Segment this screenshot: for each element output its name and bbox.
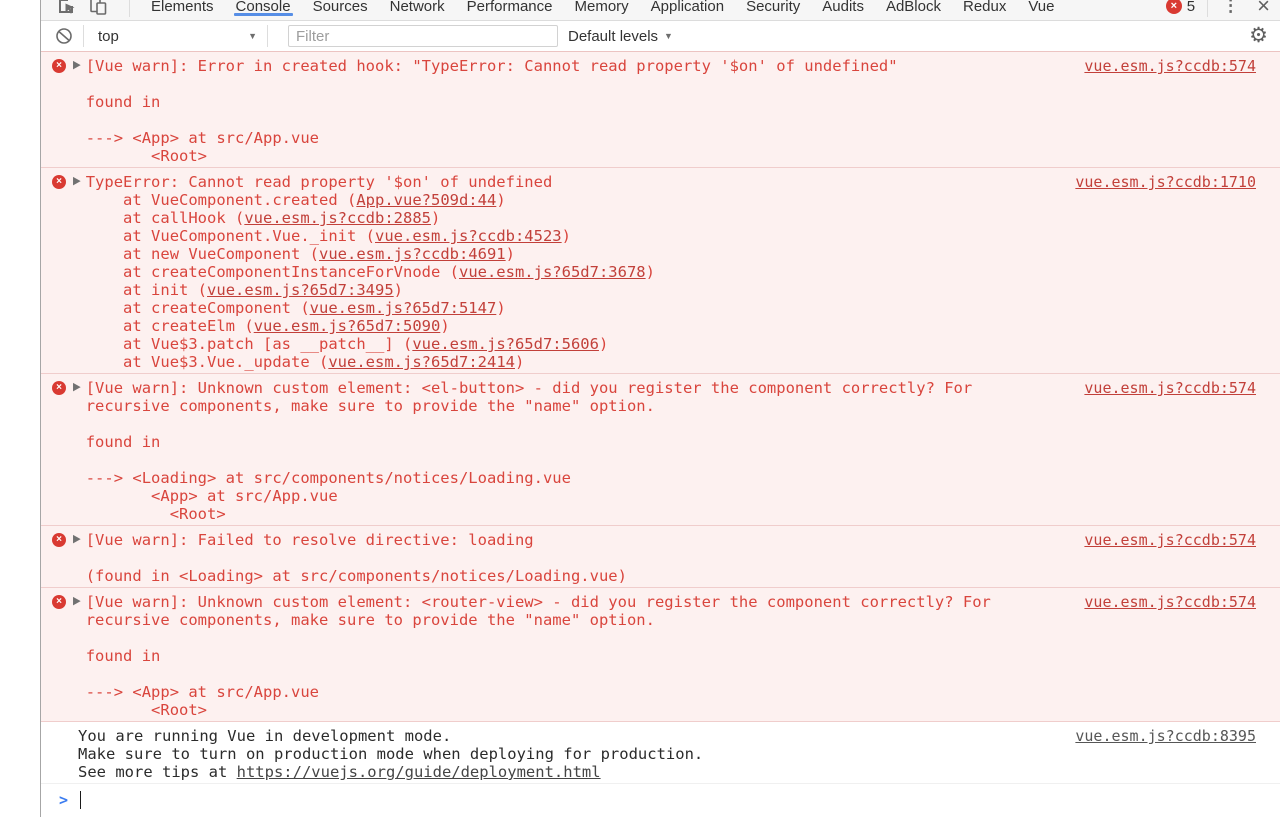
- console-message: × ▶TypeError: Cannot read property '$on' …: [41, 168, 1280, 374]
- inspect-element-icon[interactable]: [55, 0, 77, 16]
- message-source-link[interactable]: vue.esm.js?ccdb:1710: [1075, 173, 1256, 191]
- text-cursor: [80, 791, 81, 809]
- message-source-link[interactable]: vue.esm.js?ccdb:574: [1084, 379, 1256, 397]
- message-source-link[interactable]: vue.esm.js?ccdb:8395: [1075, 727, 1256, 745]
- filter-input[interactable]: [288, 25, 558, 47]
- log-levels-label: Default levels: [568, 28, 658, 45]
- message-text: [Vue warn]: Unknown custom element: <rou…: [86, 593, 991, 719]
- console-toolbar: top ▼ Default levels ▼ ⚙: [41, 21, 1280, 51]
- overflow-menu-icon[interactable]: ⋮: [1222, 0, 1239, 16]
- expand-triangle-icon[interactable]: ▶: [73, 592, 81, 612]
- source-location-link[interactable]: vue.esm.js?65d7:3495: [207, 281, 394, 299]
- expand-triangle-icon[interactable]: ▶: [73, 172, 81, 192]
- tab-memory[interactable]: Memory: [564, 0, 640, 21]
- message-body: × ▶TypeError: Cannot read property '$on' …: [51, 173, 1059, 371]
- error-badge-icon[interactable]: ×: [1166, 0, 1182, 14]
- tabbar-right-controls: × 5 ⋮ ×: [1166, 0, 1280, 17]
- error-icon: ×: [52, 381, 66, 395]
- console-messages: ×▶[Vue warn]: Error in created hook: "Ty…: [41, 51, 1280, 785]
- tab-security[interactable]: Security: [735, 0, 811, 21]
- tab-application[interactable]: Application: [640, 0, 735, 21]
- source-location-link[interactable]: https://vuejs.org/guide/deployment.html: [237, 763, 601, 781]
- close-icon[interactable]: ×: [1257, 0, 1270, 15]
- source-location-link[interactable]: vue.esm.js?ccdb:2885: [244, 209, 431, 227]
- expand-triangle-icon[interactable]: ▶: [73, 378, 81, 398]
- toolbar-divider: [129, 0, 130, 17]
- chevron-down-icon: ▼: [248, 31, 257, 41]
- error-icon: ×: [52, 533, 66, 547]
- message-body: × ▶[Vue warn]: Error in created hook: "Ty…: [51, 57, 1068, 165]
- context-selector-value: top: [98, 28, 119, 45]
- error-icon: ×: [52, 175, 66, 189]
- console-message: × ▶[Vue warn]: Unknown custom element: <e…: [41, 374, 1280, 526]
- message-text: [Vue warn]: Error in created hook: "Type…: [86, 57, 898, 165]
- message-source-link[interactable]: vue.esm.js?ccdb:574: [1084, 593, 1256, 611]
- error-count: 5: [1187, 0, 1195, 15]
- console-message: × ▶[Vue warn]: Unknown custom element: <r…: [41, 588, 1280, 722]
- tab-strip: ElementsConsoleSourcesNetworkPerformance…: [41, 0, 1280, 21]
- source-location-link[interactable]: App.vue?509d:44: [356, 191, 496, 209]
- chevron-down-icon: ▼: [664, 31, 673, 41]
- tab-console[interactable]: Console: [225, 0, 302, 21]
- console-prompt[interactable]: >: [41, 785, 1280, 817]
- message-body: × ▶[Vue warn]: Unknown custom element: <e…: [51, 379, 1068, 523]
- execution-context-selector[interactable]: top ▼: [94, 28, 257, 45]
- toolbar-divider: [1207, 0, 1208, 17]
- message-text: You are running Vue in development mode.…: [78, 727, 703, 781]
- settings-gear-icon[interactable]: ⚙: [1249, 26, 1268, 46]
- device-toolbar-icon[interactable]: [87, 0, 109, 16]
- message-source-link[interactable]: vue.esm.js?ccdb:574: [1084, 531, 1256, 549]
- source-location-link[interactable]: vue.esm.js?65d7:5090: [254, 317, 441, 335]
- error-icon: ×: [52, 595, 66, 609]
- source-location-link[interactable]: vue.esm.js?65d7:5147: [310, 299, 497, 317]
- tab-adblock[interactable]: AdBlock: [875, 0, 952, 21]
- expand-triangle-icon[interactable]: ▶: [73, 56, 81, 76]
- source-location-link[interactable]: vue.esm.js?65d7:2414: [328, 353, 515, 371]
- message-body: × ▶[Vue warn]: Failed to resolve directiv…: [51, 531, 1068, 585]
- clear-console-icon[interactable]: [55, 27, 73, 45]
- tab-sources[interactable]: Sources: [302, 0, 379, 21]
- tab-performance[interactable]: Performance: [456, 0, 564, 21]
- message-text: [Vue warn]: Failed to resolve directive:…: [86, 531, 627, 585]
- console-message: × ▶[Vue warn]: Failed to resolve directiv…: [41, 526, 1280, 588]
- console-message: You are running Vue in development mode.…: [41, 722, 1280, 784]
- devtools-window: ElementsConsoleSourcesNetworkPerformance…: [40, 0, 1280, 817]
- message-text: TypeError: Cannot read property '$on' of…: [86, 173, 655, 371]
- tab-network[interactable]: Network: [379, 0, 456, 21]
- message-body: You are running Vue in development mode.…: [51, 727, 1059, 781]
- prompt-chevron-icon: >: [59, 791, 68, 809]
- toolbar-divider: [267, 25, 268, 47]
- source-location-link[interactable]: vue.esm.js?65d7:3678: [459, 263, 646, 281]
- source-location-link[interactable]: vue.esm.js?65d7:5606: [412, 335, 599, 353]
- log-levels-dropdown[interactable]: Default levels ▼: [568, 28, 673, 45]
- error-icon: ×: [52, 59, 66, 73]
- source-location-link[interactable]: vue.esm.js?ccdb:4523: [375, 227, 562, 245]
- message-text: [Vue warn]: Unknown custom element: <el-…: [86, 379, 973, 523]
- message-source-link[interactable]: vue.esm.js?ccdb:574: [1084, 57, 1256, 75]
- devtools-tab-bar: ElementsConsoleSourcesNetworkPerformance…: [41, 0, 1280, 21]
- expand-triangle-icon[interactable]: ▶: [73, 530, 81, 550]
- toolbar-divider: [83, 25, 84, 47]
- tab-vue[interactable]: Vue: [1017, 0, 1065, 21]
- message-body: × ▶[Vue warn]: Unknown custom element: <r…: [51, 593, 1068, 719]
- tab-elements[interactable]: Elements: [140, 0, 225, 21]
- tab-redux[interactable]: Redux: [952, 0, 1017, 21]
- source-location-link[interactable]: vue.esm.js?ccdb:4691: [319, 245, 506, 263]
- tab-audits[interactable]: Audits: [811, 0, 875, 21]
- console-message: × ▶[Vue warn]: Error in created hook: "Ty…: [41, 52, 1280, 168]
